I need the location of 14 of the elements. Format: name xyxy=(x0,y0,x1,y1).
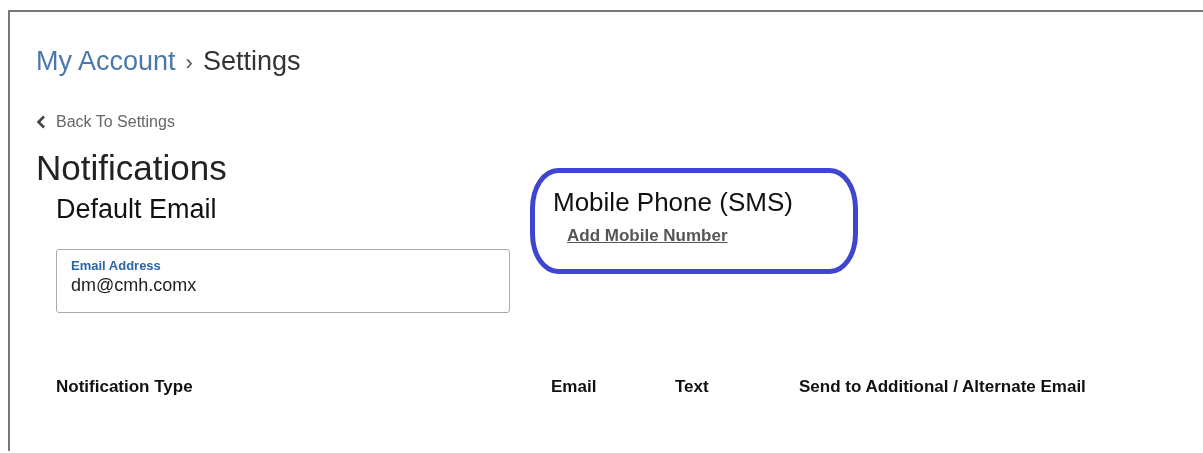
breadcrumb-link[interactable]: My Account xyxy=(36,46,176,77)
page-title: Notifications xyxy=(36,149,228,188)
back-link[interactable]: Back To Settings xyxy=(36,113,175,131)
column-header: Send to Additional / Alternate Email xyxy=(799,376,1086,397)
add-mobile-link[interactable]: Add Mobile Number xyxy=(567,225,728,246)
chevron-left-icon xyxy=(36,115,46,129)
column-header: Notification Type xyxy=(56,376,194,397)
breadcrumb-separator: › xyxy=(185,50,193,76)
breadcrumb-current: Settings xyxy=(202,46,301,77)
section-heading: Default Email xyxy=(56,193,218,225)
section-heading: Mobile Phone (SMS) xyxy=(553,186,794,218)
email-field[interactable]: Email Address dm@cmh.comx xyxy=(56,248,510,313)
column-header: Email xyxy=(551,376,598,397)
column-header: Text xyxy=(675,376,710,397)
